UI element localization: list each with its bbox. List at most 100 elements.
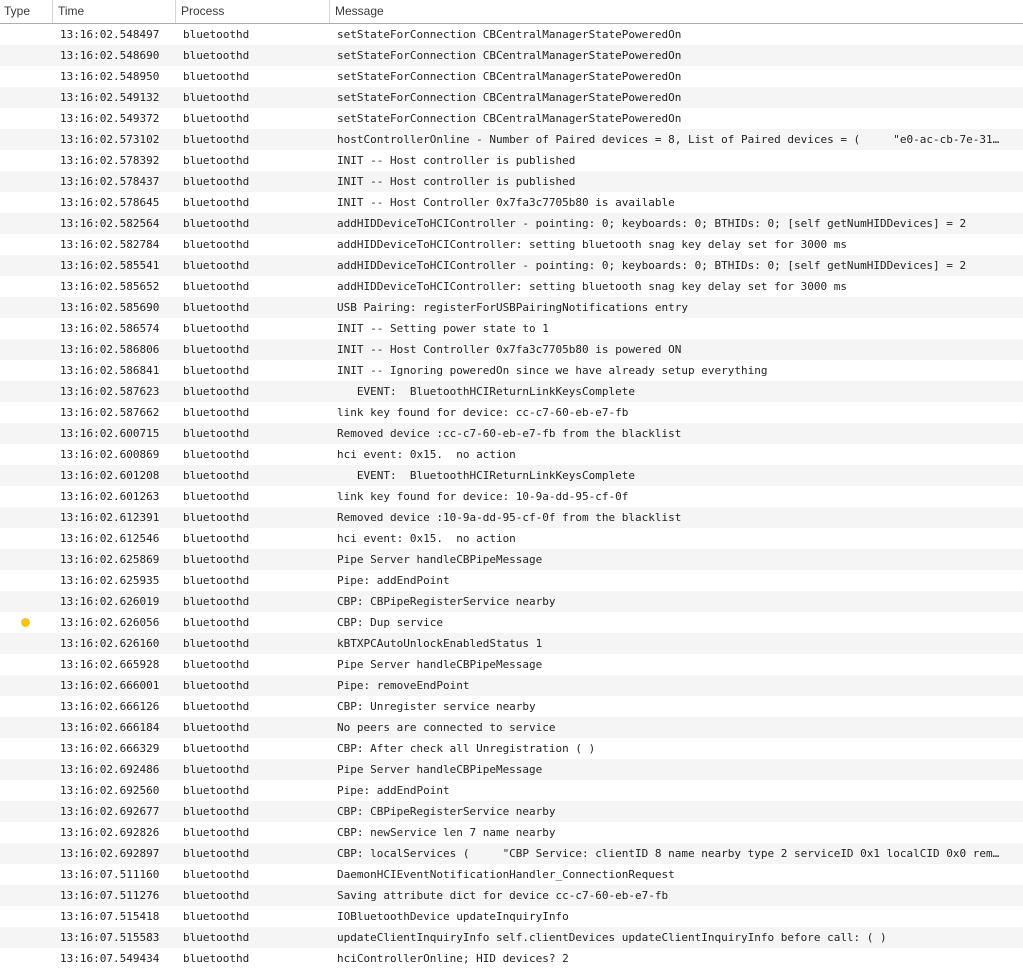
log-row[interactable]: 13:16:07.515418 bluetoothd IOBluetoothDevi… bbox=[0, 906, 1023, 927]
log-row[interactable]: 13:16:02.582784 bluetoothd addHIDDeviceToH… bbox=[0, 234, 1023, 255]
log-row-message: addHIDDeviceToHCIController: setting blu… bbox=[337, 280, 847, 293]
log-row-process: bluetoothd bbox=[183, 490, 250, 503]
log-row[interactable]: 13:16:02.600715 bluetoothd Removed device … bbox=[0, 423, 1023, 444]
log-row[interactable]: 13:16:02.601208 bluetoothd EVENT: Bluetoo… bbox=[0, 465, 1023, 486]
column-header-type[interactable]: Type bbox=[0, 0, 52, 23]
log-row-process: bluetoothd bbox=[183, 952, 250, 965]
log-row[interactable]: 13:16:02.548950 bluetoothd setStateForConn… bbox=[0, 66, 1023, 87]
log-row-type bbox=[0, 129, 52, 150]
log-row-type bbox=[0, 885, 52, 906]
log-row-type bbox=[0, 822, 52, 843]
log-row-message: INIT -- Host controller is published bbox=[337, 154, 576, 167]
log-row-process: bluetoothd bbox=[183, 175, 250, 188]
log-row[interactable]: 13:16:07.515583 bluetoothd updateClientInq… bbox=[0, 927, 1023, 948]
log-row[interactable]: 13:16:02.666126 bluetoothd CBP: Unregister… bbox=[0, 696, 1023, 717]
log-row[interactable]: 13:16:02.600869 bluetoothd hci event: 0x15… bbox=[0, 444, 1023, 465]
log-row-type bbox=[0, 24, 52, 45]
log-row[interactable]: 13:16:02.548497 bluetoothd setStateForConn… bbox=[0, 24, 1023, 45]
log-row[interactable]: 13:16:02.625935 bluetoothd Pipe: addEndPoi… bbox=[0, 570, 1023, 591]
log-row[interactable]: 13:16:02.585652 bluetoothd addHIDDeviceToH… bbox=[0, 276, 1023, 297]
log-row-time: 13:16:02.601263 bbox=[60, 490, 160, 503]
log-row-type bbox=[0, 738, 52, 759]
log-row-type bbox=[0, 318, 52, 339]
log-row[interactable]: 13:16:02.601263 bluetoothd link key found … bbox=[0, 486, 1023, 507]
log-row-message: Pipe: addEndPoint bbox=[337, 574, 450, 587]
log-row[interactable]: 13:16:02.626056 bluetoothd CBP: Dup servic… bbox=[0, 612, 1023, 633]
log-row[interactable]: 13:16:02.666329 bluetoothd CBP: After chec… bbox=[0, 738, 1023, 759]
log-row[interactable]: 13:16:02.586841 bluetoothd INIT -- Ignorin… bbox=[0, 360, 1023, 381]
log-row[interactable]: 13:16:02.573102 bluetoothd hostControllerO… bbox=[0, 129, 1023, 150]
log-row[interactable]: 13:16:02.587623 bluetoothd EVENT: Bluetoo… bbox=[0, 381, 1023, 402]
log-row[interactable]: 13:16:02.626019 bluetoothd CBP: CBPipeRegi… bbox=[0, 591, 1023, 612]
log-row-type bbox=[0, 759, 52, 780]
log-row[interactable]: 13:16:02.549372 bluetoothd setStateForConn… bbox=[0, 108, 1023, 129]
log-row-message: Pipe Server handleCBPipeMessage bbox=[337, 553, 543, 566]
log-row-type bbox=[0, 906, 52, 927]
log-row-time: 13:16:02.666329 bbox=[60, 742, 160, 755]
log-row[interactable]: 13:16:07.511160 bluetoothd DaemonHCIEventN… bbox=[0, 864, 1023, 885]
log-row-message: link key found for device: cc-c7-60-eb-e… bbox=[337, 406, 629, 419]
log-row[interactable]: 13:16:02.692677 bluetoothd CBP: CBPipeRegi… bbox=[0, 801, 1023, 822]
log-row-message: Removed device :cc-c7-60-eb-e7-fb from t… bbox=[337, 427, 682, 440]
log-row-type bbox=[0, 528, 52, 549]
log-row[interactable]: 13:16:02.626160 bluetoothd kBTXPCAutoUnloc… bbox=[0, 633, 1023, 654]
log-row-process: bluetoothd bbox=[183, 616, 250, 629]
log-row[interactable]: 13:16:02.666001 bluetoothd Pipe: removeEnd… bbox=[0, 675, 1023, 696]
log-row-process: bluetoothd bbox=[183, 196, 250, 209]
log-row[interactable]: 13:16:02.692826 bluetoothd CBP: newService… bbox=[0, 822, 1023, 843]
log-row[interactable]: 13:16:02.587662 bluetoothd link key found … bbox=[0, 402, 1023, 423]
log-row[interactable]: 13:16:02.692560 bluetoothd Pipe: addEndPoi… bbox=[0, 780, 1023, 801]
log-row-time: 13:16:02.586841 bbox=[60, 364, 160, 377]
log-row-process: bluetoothd bbox=[183, 511, 250, 524]
log-row[interactable]: 13:16:02.585541 bluetoothd addHIDDeviceToH… bbox=[0, 255, 1023, 276]
log-row-type bbox=[0, 927, 52, 948]
log-row[interactable]: 13:16:02.612546 bluetoothd hci event: 0x15… bbox=[0, 528, 1023, 549]
log-row[interactable]: 13:16:02.665928 bluetoothd Pipe Server han… bbox=[0, 654, 1023, 675]
log-row-time: 13:16:02.666126 bbox=[60, 700, 160, 713]
log-row-time: 13:16:02.626160 bbox=[60, 637, 160, 650]
log-row-message: USB Pairing: registerForUSBPairingNotifi… bbox=[337, 301, 688, 314]
log-row-time: 13:16:02.548950 bbox=[60, 70, 160, 83]
log-row-process: bluetoothd bbox=[183, 154, 250, 167]
log-row[interactable]: 13:16:02.612391 bluetoothd Removed device … bbox=[0, 507, 1023, 528]
log-row-time: 13:16:02.626056 bbox=[60, 616, 160, 629]
log-row[interactable]: 13:16:02.578645 bluetoothd INIT -- Host Co… bbox=[0, 192, 1023, 213]
log-row[interactable]: 13:16:02.666184 bluetoothd No peers are co… bbox=[0, 717, 1023, 738]
log-row[interactable]: 13:16:07.549434 bluetoothd hciControllerOn… bbox=[0, 948, 1023, 969]
log-row-message: updateClientInquiryInfo self.clientDevic… bbox=[337, 931, 887, 944]
log-row[interactable]: 13:16:02.549132 bluetoothd setStateForConn… bbox=[0, 87, 1023, 108]
log-row-type bbox=[0, 87, 52, 108]
log-row-type bbox=[0, 45, 52, 66]
log-row-time: 13:16:02.582564 bbox=[60, 217, 160, 230]
log-row-type bbox=[0, 66, 52, 87]
column-header-time[interactable]: Time bbox=[52, 0, 175, 23]
log-row-message: CBP: Dup service bbox=[337, 616, 443, 629]
log-row-message: IOBluetoothDevice updateInquiryInfo bbox=[337, 910, 569, 923]
log-row-message: hci event: 0x15. no action bbox=[337, 532, 516, 545]
log-row-message: INIT -- Host Controller 0x7fa3c7705b80 i… bbox=[337, 196, 675, 209]
log-row-message: hci event: 0x15. no action bbox=[337, 448, 516, 461]
column-header-message[interactable]: Message bbox=[329, 0, 1023, 23]
log-row[interactable]: 13:16:02.582564 bluetoothd addHIDDeviceToH… bbox=[0, 213, 1023, 234]
log-row[interactable]: 13:16:07.511276 bluetoothd Saving attribut… bbox=[0, 885, 1023, 906]
log-row[interactable]: 13:16:02.585690 bluetoothd USB Pairing: re… bbox=[0, 297, 1023, 318]
column-header-process[interactable]: Process bbox=[175, 0, 329, 23]
log-row-type bbox=[0, 171, 52, 192]
log-row-message: Pipe Server handleCBPipeMessage bbox=[337, 763, 543, 776]
log-row[interactable]: 13:16:02.586574 bluetoothd INIT -- Setting… bbox=[0, 318, 1023, 339]
log-row-process: bluetoothd bbox=[183, 532, 250, 545]
log-row-message: setStateForConnection CBCentralManagerSt… bbox=[337, 28, 682, 41]
log-row[interactable]: 13:16:02.578437 bluetoothd INIT -- Host co… bbox=[0, 171, 1023, 192]
log-row[interactable]: 13:16:02.625869 bluetoothd Pipe Server han… bbox=[0, 549, 1023, 570]
log-row-process: bluetoothd bbox=[183, 721, 250, 734]
log-row[interactable]: 13:16:02.692486 bluetoothd Pipe Server han… bbox=[0, 759, 1023, 780]
log-row-process: bluetoothd bbox=[183, 805, 250, 818]
log-row[interactable]: 13:16:02.548690 bluetoothd setStateForConn… bbox=[0, 45, 1023, 66]
log-row[interactable]: 13:16:02.578392 bluetoothd INIT -- Host co… bbox=[0, 150, 1023, 171]
log-row[interactable]: 13:16:02.586806 bluetoothd INIT -- Host Co… bbox=[0, 339, 1023, 360]
log-row-time: 13:16:07.515583 bbox=[60, 931, 160, 944]
log-row[interactable]: 13:16:02.692897 bluetoothd CBP: localServi… bbox=[0, 843, 1023, 864]
log-row-time: 13:16:02.585652 bbox=[60, 280, 160, 293]
log-row-time: 13:16:07.511160 bbox=[60, 868, 160, 881]
log-row-type bbox=[0, 423, 52, 444]
